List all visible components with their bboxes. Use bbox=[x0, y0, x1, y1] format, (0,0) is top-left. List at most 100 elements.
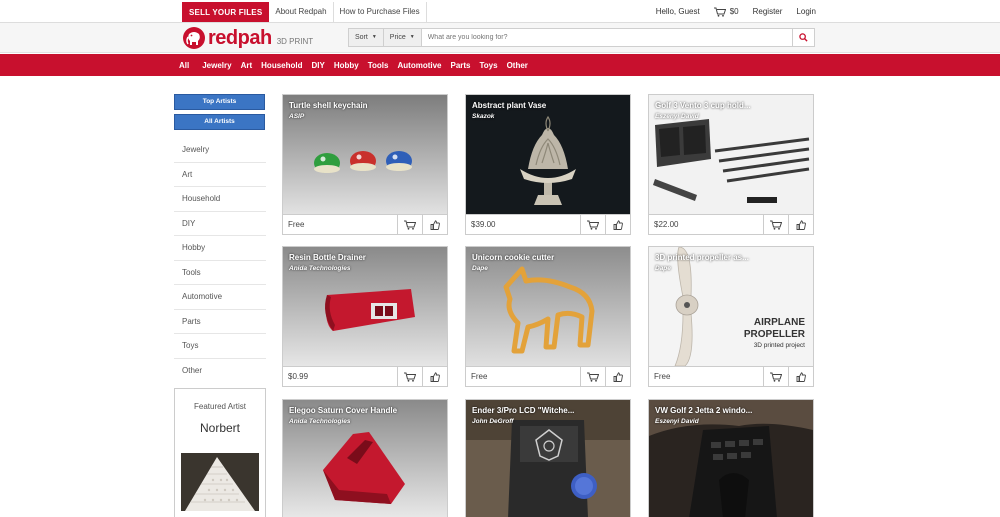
product-price: Free bbox=[654, 372, 671, 381]
sell-your-files-button[interactable]: SELL YOUR FILES bbox=[182, 2, 270, 22]
product-title[interactable]: Abstract plant Vase bbox=[472, 101, 546, 110]
sidebar-item-diy[interactable]: DIY bbox=[174, 212, 266, 236]
product-image[interactable] bbox=[466, 247, 630, 366]
search-input[interactable] bbox=[421, 29, 792, 46]
like-button[interactable] bbox=[422, 367, 447, 387]
sidebar-item-jewelry[interactable]: Jewelry bbox=[174, 138, 266, 163]
product-card[interactable]: Ender 3/Pro LCD "Witche... John DeGroff bbox=[465, 399, 631, 517]
product-price: Free bbox=[288, 220, 305, 229]
sidebar-item-parts[interactable]: Parts bbox=[174, 310, 266, 334]
sidebar: Top Artists All Artists Jewelry Art Hous… bbox=[174, 94, 266, 383]
sidebar-item-household[interactable]: Household bbox=[174, 187, 266, 212]
product-card[interactable]: 3D printed propeller as... Dape AIRPLANE… bbox=[648, 246, 814, 387]
product-title[interactable]: Unicorn cookie cutter bbox=[472, 253, 554, 262]
product-author[interactable]: Dape bbox=[472, 265, 488, 272]
product-card[interactable]: VW Golf 2 Jetta 2 windo... Eszenyi David bbox=[648, 399, 814, 517]
product-card[interactable]: Elegoo Saturn Cover Handle Anida Technol… bbox=[282, 399, 448, 517]
product-author[interactable]: ASIP bbox=[289, 113, 304, 120]
cart-icon bbox=[404, 372, 416, 382]
price-dropdown[interactable]: Price ▼ bbox=[383, 29, 422, 46]
price-label: Price bbox=[389, 34, 406, 41]
nav-item-other[interactable]: Other bbox=[507, 61, 528, 70]
nav-item-household[interactable]: Household bbox=[261, 61, 302, 70]
like-button[interactable] bbox=[605, 215, 630, 235]
product-title[interactable]: 3D printed propeller as... bbox=[655, 253, 749, 262]
add-to-cart-button[interactable] bbox=[397, 215, 422, 235]
featured-artist-name[interactable]: Norbert bbox=[175, 421, 265, 435]
product-author[interactable]: Anida Technologies bbox=[289, 418, 351, 425]
nav-item-diy[interactable]: DIY bbox=[312, 61, 325, 70]
sort-label: Sort bbox=[355, 34, 368, 41]
all-artists-button[interactable]: All Artists bbox=[174, 114, 265, 130]
like-button[interactable] bbox=[605, 367, 630, 387]
add-to-cart-button[interactable] bbox=[580, 367, 605, 387]
caret-down-icon: ▼ bbox=[409, 34, 415, 40]
nav-item-toys[interactable]: Toys bbox=[480, 61, 498, 70]
product-card[interactable]: Unicorn cookie cutter Dape Free bbox=[465, 246, 631, 387]
product-title[interactable]: Turtle shell keychain bbox=[289, 101, 368, 110]
about-link[interactable]: About Redpah bbox=[269, 2, 334, 22]
product-author[interactable]: John DeGroff bbox=[472, 418, 513, 425]
cart-total[interactable]: $0 bbox=[730, 7, 739, 16]
product-title[interactable]: VW Golf 2 Jetta 2 windo... bbox=[655, 406, 752, 415]
add-to-cart-button[interactable] bbox=[580, 215, 605, 235]
product-author[interactable]: Eszenyi David bbox=[655, 418, 699, 425]
logo[interactable]: redpah 3D PRINT bbox=[182, 25, 313, 51]
nav-item-automotive[interactable]: Automotive bbox=[397, 61, 441, 70]
nav-item-jewelry[interactable]: Jewelry bbox=[202, 61, 231, 70]
add-to-cart-button[interactable] bbox=[763, 367, 788, 387]
thumbs-up-icon bbox=[613, 220, 623, 230]
sidebar-item-tools[interactable]: Tools bbox=[174, 261, 266, 285]
product-footer: $22.00 bbox=[649, 214, 813, 235]
product-price: Free bbox=[471, 372, 488, 381]
caret-down-icon: ▼ bbox=[371, 34, 377, 40]
sidebar-item-art[interactable]: Art bbox=[174, 163, 266, 187]
sidebar-item-hobby[interactable]: Hobby bbox=[174, 236, 266, 261]
register-link[interactable]: Register bbox=[753, 7, 783, 16]
product-footer: $39.00 bbox=[466, 214, 630, 235]
product-card[interactable]: Abstract plant Vase Skazok $39.00 bbox=[465, 94, 631, 235]
propeller-overlay-text: AIRPLANE PROPELLER 3D printed project bbox=[719, 317, 805, 351]
product-author[interactable]: Skazok bbox=[472, 113, 494, 120]
cart-icon bbox=[770, 372, 782, 382]
top-bar: SELL YOUR FILES About Redpah How to Purc… bbox=[0, 0, 1000, 23]
like-button[interactable] bbox=[788, 367, 813, 387]
sidebar-item-other[interactable]: Other bbox=[174, 359, 266, 384]
product-price: $0.99 bbox=[288, 372, 309, 381]
how-to-purchase-link[interactable]: How to Purchase Files bbox=[334, 2, 427, 22]
add-to-cart-button[interactable] bbox=[763, 215, 788, 235]
product-card[interactable]: Golf 3 Vento 3 cup hold... Eszenyi David… bbox=[648, 94, 814, 235]
product-author[interactable]: Dape bbox=[655, 265, 671, 272]
product-card[interactable]: Resin Bottle Drainer Anida Technologies … bbox=[282, 246, 448, 387]
sidebar-item-toys[interactable]: Toys bbox=[174, 334, 266, 359]
like-button[interactable] bbox=[422, 215, 447, 235]
product-image[interactable] bbox=[283, 95, 447, 214]
search-bar: Sort ▼ Price ▼ bbox=[348, 28, 815, 47]
product-title[interactable]: Ender 3/Pro LCD "Witche... bbox=[472, 406, 574, 415]
cart-icon bbox=[587, 372, 599, 382]
sidebar-item-automotive[interactable]: Automotive bbox=[174, 285, 266, 310]
product-title[interactable]: Elegoo Saturn Cover Handle bbox=[289, 406, 397, 415]
overlay-line-1: AIRPLANE bbox=[753, 317, 805, 328]
nav-item-hobby[interactable]: Hobby bbox=[334, 61, 359, 70]
product-card[interactable]: Turtle shell keychain ASIP Free bbox=[282, 94, 448, 235]
login-link[interactable]: Login bbox=[796, 7, 816, 16]
search-button[interactable] bbox=[792, 29, 814, 46]
product-price: $22.00 bbox=[654, 220, 679, 229]
nav-item-all[interactable]: All bbox=[179, 61, 189, 70]
like-button[interactable] bbox=[788, 215, 813, 235]
add-to-cart-button[interactable] bbox=[397, 367, 422, 387]
nav-item-art[interactable]: Art bbox=[241, 61, 253, 70]
nav-item-tools[interactable]: Tools bbox=[368, 61, 389, 70]
greeting-text: Hello, Guest bbox=[655, 7, 700, 16]
product-author[interactable]: Anida Technologies bbox=[289, 265, 351, 272]
sort-dropdown[interactable]: Sort ▼ bbox=[349, 29, 384, 46]
cart-icon[interactable] bbox=[713, 7, 726, 17]
top-artists-button[interactable]: Top Artists bbox=[174, 94, 265, 110]
logo-text: redpah bbox=[208, 26, 272, 49]
product-author[interactable]: Eszenyi David bbox=[655, 113, 699, 120]
product-title[interactable]: Resin Bottle Drainer bbox=[289, 253, 366, 262]
product-title[interactable]: Golf 3 Vento 3 cup hold... bbox=[655, 101, 751, 110]
featured-artist-image[interactable] bbox=[181, 453, 259, 511]
nav-item-parts[interactable]: Parts bbox=[450, 61, 470, 70]
